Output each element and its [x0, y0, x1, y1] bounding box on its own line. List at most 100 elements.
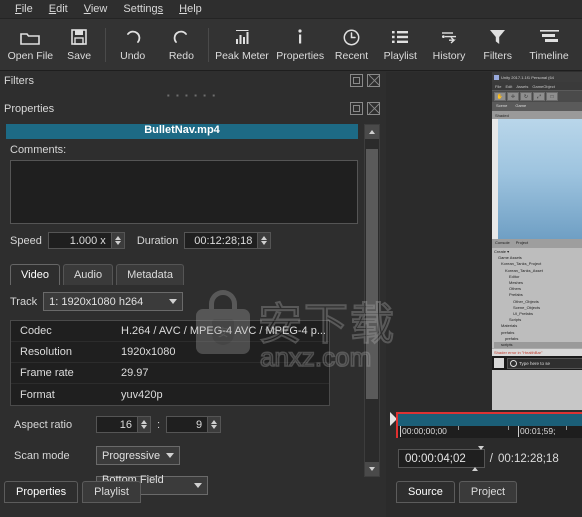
menu-item-edit[interactable]: Edit: [42, 1, 75, 18]
table-row: Resolution 1920x1080: [11, 342, 329, 363]
toolbar-redo-label: Redo: [168, 49, 194, 62]
player-tab-project[interactable]: Project: [458, 481, 518, 503]
duration-stepper-arrows[interactable]: [257, 233, 271, 248]
preview-menu-assets: Assets: [516, 83, 529, 89]
toolbar-timeline-button[interactable]: Timeline: [522, 21, 576, 69]
toolbar-peak-meter-button[interactable]: Peak Meter: [211, 21, 274, 69]
scroll-up-button[interactable]: [365, 125, 379, 139]
preview-unity-titlebar: Unity 2017.1.1f1 Personal (64: [492, 72, 582, 82]
speed-label: Speed: [10, 234, 42, 247]
timecode-ruler[interactable]: 00:00;00;00 00:01;59;: [398, 426, 582, 438]
properties-panel-buttons: [350, 102, 380, 115]
duration-stepper[interactable]: 00:12:28;18: [184, 232, 272, 249]
history-icon: [440, 28, 458, 47]
toolbar-save-button[interactable]: Save: [55, 21, 104, 69]
preview-project-panel: Console Project Create ▾ Game Assets Kor…: [492, 239, 582, 357]
toolbar-filters-button[interactable]: Filters: [473, 21, 522, 69]
preview-tab-project: Project: [515, 240, 529, 245]
preview-project-tabs: Console Project: [492, 239, 582, 248]
position-stepper-arrows[interactable]: [471, 445, 484, 471]
aspect-height-arrows[interactable]: [207, 417, 221, 432]
table-row: Format yuv420p: [11, 384, 329, 405]
preview-unity-toolbar: ✋ ✛ ↻ ⤢ □: [492, 90, 582, 102]
aspect-width-value: 16: [119, 418, 132, 431]
scrub-progress-line: [398, 412, 582, 414]
preview-tab-scene: Scene: [496, 103, 508, 108]
menu-item-settings[interactable]: Settings: [116, 1, 170, 18]
properties-tab-strip: Video Audio Metadata: [10, 264, 184, 285]
preview-unity-menu: File Edit Assets GameObject: [492, 82, 582, 90]
close-icon[interactable]: [367, 102, 380, 115]
table-row: Frame rate 29.97: [11, 363, 329, 384]
comments-input[interactable]: [10, 160, 358, 224]
tab-audio[interactable]: Audio: [62, 264, 114, 285]
aspect-width-stepper[interactable]: 16: [96, 416, 151, 433]
track-select[interactable]: 1: 1920x1080 h264: [43, 292, 184, 311]
aspect-ratio-label: Aspect ratio: [14, 418, 73, 431]
undo-arrow-icon: [124, 28, 142, 47]
file-name-field[interactable]: BulletNav.mp4: [6, 124, 358, 139]
preview-tab-console: Console: [495, 240, 510, 245]
toolbar-open-file-button[interactable]: Open File: [6, 21, 55, 69]
redo-arrow-icon: [172, 28, 190, 47]
duration-value: 00:12:28;18: [194, 234, 253, 247]
video-preview[interactable]: Unity 2017.1.1f1 Personal (64 File Edit …: [492, 72, 582, 410]
scroll-down-button[interactable]: [365, 462, 379, 476]
scan-mode-select[interactable]: Progressive: [96, 446, 180, 465]
ruler-label-mid: 00:01;59;: [520, 426, 556, 436]
tab-metadata[interactable]: Metadata: [116, 264, 184, 285]
position-value: 00:00:04;02: [405, 452, 466, 465]
player-total-duration: 00:12:28;18: [497, 452, 559, 465]
main-body: Filters ▪ ▪ ▪ ▪ ▪ ▪ Properties BulletNav…: [0, 72, 582, 517]
menu-item-view[interactable]: View: [77, 1, 115, 18]
timeline-icon: [539, 28, 559, 47]
toolbar-open-file-label: Open File: [7, 49, 54, 62]
comments-label: Comments:: [10, 144, 67, 156]
chevron-down-icon: [169, 299, 178, 304]
player-scrub-bar[interactable]: [398, 412, 582, 426]
menu-item-help[interactable]: Help: [172, 1, 209, 18]
bottom-tab-properties[interactable]: Properties: [4, 481, 79, 503]
speed-stepper-arrows[interactable]: [110, 233, 124, 248]
hand-tool-icon: ✋: [494, 92, 506, 101]
aspect-separator: :: [157, 418, 161, 431]
properties-scrollbar[interactable]: [364, 124, 380, 477]
peak-meter-icon: [234, 28, 250, 47]
toolbar-history-button[interactable]: History: [425, 21, 474, 69]
menu-item-file[interactable]: FFileile: [8, 1, 40, 18]
player-tab-source[interactable]: Source: [396, 481, 455, 503]
toolbar-playlist-button[interactable]: Playlist: [376, 21, 425, 69]
speed-stepper[interactable]: 1.000 x: [47, 232, 125, 249]
toolbar-filters-label: Filters: [483, 49, 513, 62]
scrollbar-thumb[interactable]: [366, 149, 378, 399]
row-key: Frame rate: [20, 367, 74, 379]
toolbar-undo-button[interactable]: Undo: [108, 21, 157, 69]
close-icon[interactable]: [367, 74, 380, 87]
table-row: Codec H.264 / AVC / MPEG-4 AVC / MPEG-4 …: [11, 321, 329, 342]
row-key: Resolution: [20, 346, 72, 358]
preview-menu-edit: Edit: [505, 83, 513, 89]
left-bottom-tab-strip: Properties Playlist: [4, 481, 141, 503]
aspect-width-arrows[interactable]: [137, 417, 150, 432]
row-value: 1920x1080: [121, 346, 176, 358]
player-tab-strip: Source Project: [396, 481, 518, 503]
bottom-tab-playlist[interactable]: Playlist: [82, 481, 141, 503]
list-icon: [392, 28, 409, 47]
float-icon[interactable]: [350, 74, 363, 87]
position-stepper[interactable]: 00:00:04;02: [398, 445, 485, 471]
toolbar-redo-button[interactable]: Redo: [157, 21, 206, 69]
panel-splitter-handle[interactable]: ▪ ▪ ▪ ▪ ▪ ▪: [0, 90, 384, 100]
toolbar-properties-button[interactable]: Properties: [273, 21, 327, 69]
tab-video[interactable]: Video: [10, 264, 60, 285]
info-icon: [296, 28, 304, 47]
aspect-height-stepper[interactable]: 9: [166, 416, 222, 433]
toolbar-recent-button[interactable]: Recent: [327, 21, 376, 69]
float-icon[interactable]: [350, 102, 363, 115]
toolbar-playlist-label: Playlist: [383, 49, 417, 62]
row-value: 29.97: [121, 367, 149, 379]
preview-menu-gameobject: GameObject: [532, 83, 555, 89]
rect-tool-icon: □: [546, 92, 558, 101]
toolbar-history-label: History: [432, 49, 466, 62]
filters-panel-header: Filters: [0, 72, 384, 90]
track-value: 1: 1920x1080 h264: [49, 295, 144, 308]
